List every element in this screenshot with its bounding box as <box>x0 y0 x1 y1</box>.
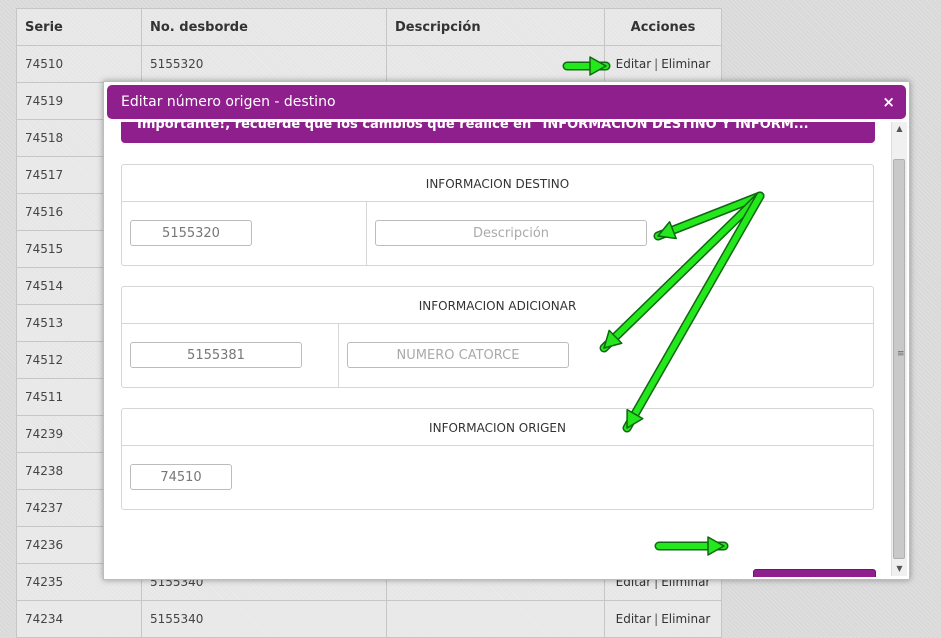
edit-origin-modal: Editar número origen - destino × Importa… <box>103 81 910 580</box>
cell-descripcion <box>386 45 605 83</box>
cell-serie: 74510 <box>16 45 142 83</box>
panel-divider <box>366 202 367 265</box>
scroll-thumb[interactable]: ≡ <box>893 159 905 559</box>
numero-catorce-input[interactable] <box>347 342 569 368</box>
cell-acciones: Editar|Eliminar <box>604 600 722 638</box>
scroll-down-arrow-icon[interactable]: ▼ <box>892 562 907 576</box>
cell-no-desborde: 5155340 <box>141 600 387 638</box>
panel-title-origen: INFORMACION ORIGEN <box>122 409 873 446</box>
warning-alert: Importante!, recuerde que los cambios qu… <box>121 122 875 143</box>
delete-link[interactable]: Eliminar <box>661 612 710 626</box>
panel-row-adicionar <box>122 324 873 387</box>
panel-row-origen <box>122 446 873 509</box>
origen-number-input[interactable] <box>130 464 232 490</box>
grip-icon: ≡ <box>897 349 905 359</box>
scroll-up-arrow-icon[interactable]: ▲ <box>892 122 907 136</box>
destino-number-input[interactable] <box>130 220 252 246</box>
panel-informacion-origen: INFORMACION ORIGEN <box>121 408 874 510</box>
cell-descripcion <box>386 600 605 638</box>
modal-scrollbar[interactable]: ▲ ≡ ▼ <box>891 122 907 576</box>
panel-divider <box>338 324 339 387</box>
modal-body: Importante!, recuerde que los cambios qu… <box>104 122 892 577</box>
panel-informacion-destino: INFORMACION DESTINO <box>121 164 874 266</box>
header-no-desborde: No. desborde <box>141 8 387 46</box>
header-descripcion: Descripción <box>386 8 605 46</box>
action-separator: | <box>654 612 659 626</box>
modal-header: Editar número origen - destino × <box>107 85 906 119</box>
panel-informacion-adicionar: INFORMACION ADICIONAR <box>121 286 874 388</box>
delete-link[interactable]: Eliminar <box>661 57 710 71</box>
table-header-row: Serie No. desborde Descripción Acciones <box>16 8 722 46</box>
adicionar-number-input[interactable] <box>130 342 302 368</box>
table-row: 74234 5155340 Editar | Eliminar <box>16 600 722 638</box>
table-row: 74510 5155320 Editar | Eliminar <box>16 45 722 83</box>
guardar-origen-button[interactable]: Guardar origen <box>753 569 876 577</box>
close-icon[interactable]: × <box>882 85 895 119</box>
cell-serie: 74234 <box>16 600 142 638</box>
edit-link[interactable]: Editar <box>616 57 652 71</box>
modal-title: Editar número origen - destino <box>121 94 336 110</box>
destino-description-input[interactable] <box>375 220 647 246</box>
panel-title-adicionar: INFORMACION ADICIONAR <box>122 287 873 324</box>
panel-row-destino <box>122 202 873 265</box>
cell-acciones: Editar|Eliminar <box>604 45 722 83</box>
panel-title-destino: INFORMACION DESTINO <box>122 165 873 202</box>
cell-no-desborde: 5155320 <box>141 45 387 83</box>
header-acciones: Acciones <box>604 8 722 46</box>
edit-link[interactable]: Editar <box>616 612 652 626</box>
header-serie: Serie <box>16 8 142 46</box>
action-separator: | <box>654 57 659 71</box>
